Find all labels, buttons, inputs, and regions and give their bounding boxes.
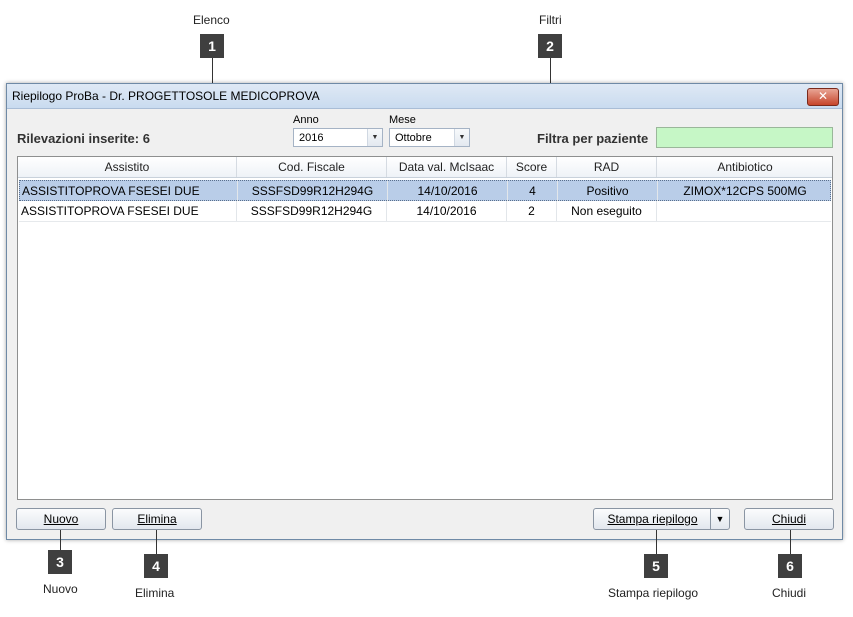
callout-badge-4: 4 — [144, 554, 168, 578]
month-select[interactable]: Ottobre ▼ — [389, 128, 470, 147]
callout-label-nuovo: Nuovo — [43, 582, 78, 596]
cell-score: 4 — [508, 181, 558, 201]
cell-score: 2 — [507, 201, 557, 221]
cell-assistito: ASSISTITOPROVA FSESEI DUE — [20, 181, 238, 201]
column-header-data-val[interactable]: Data val. McIsaac — [387, 157, 507, 177]
stampa-riepilogo-button[interactable]: Stampa riepilogo ▼ — [593, 508, 730, 530]
cell-cod-fiscale: SSSFSD99R12H294G — [237, 201, 387, 221]
callout-badge-6: 6 — [778, 554, 802, 578]
title-bar[interactable]: Riepilogo ProBa - Dr. PROGETTOSOLE MEDIC… — [7, 84, 842, 109]
elimina-button[interactable]: Elimina — [112, 508, 202, 530]
cell-cod-fiscale: SSSFSD99R12H294G — [238, 181, 388, 201]
column-header-cod-fiscale[interactable]: Cod. Fiscale — [237, 157, 387, 177]
riepilogo-window: Riepilogo ProBa - Dr. PROGETTOSOLE MEDIC… — [6, 83, 843, 540]
callout-label-filtri: Filtri — [539, 13, 562, 27]
close-icon[interactable]: ✕ — [807, 88, 839, 106]
callout-leader-4 — [156, 530, 157, 554]
cell-rad: Non eseguito — [557, 201, 657, 221]
chevron-down-icon[interactable]: ▼ — [454, 129, 469, 146]
callout-leader-3 — [60, 530, 61, 550]
year-select[interactable]: 2016 ▼ — [293, 128, 383, 147]
records-table[interactable]: Assistito Cod. Fiscale Data val. McIsaac… — [17, 156, 833, 500]
callout-badge-5: 5 — [644, 554, 668, 578]
nuovo-button[interactable]: Nuovo — [16, 508, 106, 530]
patient-filter-input[interactable] — [656, 127, 833, 148]
callout-badge-1: 1 — [200, 34, 224, 58]
records-count-label: Rilevazioni inserite: 6 — [17, 131, 150, 146]
callout-label-elimina: Elimina — [135, 586, 175, 600]
callout-label-chiudi: Chiudi — [772, 586, 807, 600]
table-row[interactable]: ASSISTITOPROVA FSESEI DUE SSSFSD99R12H29… — [19, 201, 831, 222]
nuovo-button-label: Nuovo — [43, 512, 79, 526]
table-header: Assistito Cod. Fiscale Data val. McIsaac… — [18, 157, 832, 178]
cell-assistito: ASSISTITOPROVA FSESEI DUE — [19, 201, 237, 221]
cell-antibiotico: ZIMOX*12CPS 500MG — [683, 184, 807, 198]
callout-label-elenco: Elenco — [193, 13, 230, 27]
chevron-down-icon[interactable]: ▼ — [367, 129, 382, 146]
table-row[interactable]: ASSISTITOPROVA FSESEI DUE SSSFSD99R12H29… — [19, 180, 831, 201]
year-caption: Anno — [293, 114, 319, 126]
callout-label-stampa: Stampa riepilogo — [608, 586, 699, 600]
callout-leader-6 — [790, 530, 791, 554]
cell-antibiotico — [657, 201, 831, 221]
column-header-rad[interactable]: RAD — [557, 157, 657, 177]
chiudi-button-label: Chiudi — [771, 512, 807, 526]
window-title: Riepilogo ProBa - Dr. PROGETTOSOLE MEDIC… — [12, 89, 320, 103]
chiudi-button[interactable]: Chiudi — [744, 508, 834, 530]
cell-rad: Positivo — [558, 181, 658, 201]
callout-badge-3: 3 — [48, 550, 72, 574]
patient-filter-label: Filtra per paziente — [537, 131, 649, 146]
chevron-down-icon[interactable]: ▼ — [710, 509, 729, 529]
column-header-assistito[interactable]: Assistito — [18, 157, 237, 177]
year-select-value: 2016 — [299, 132, 324, 144]
cell-data-val: 14/10/2016 — [388, 181, 508, 201]
month-select-value: Ottobre — [395, 132, 432, 144]
column-header-score[interactable]: Score — [507, 157, 557, 177]
column-header-antibiotico[interactable]: Antibiotico — [657, 157, 832, 177]
cell-data-val: 14/10/2016 — [387, 201, 507, 221]
month-caption: Mese — [389, 114, 416, 126]
elimina-button-label: Elimina — [137, 512, 177, 526]
callout-leader-5 — [656, 530, 657, 554]
callout-badge-2: 2 — [538, 34, 562, 58]
stampa-riepilogo-button-label: Stampa riepilogo — [607, 512, 698, 526]
